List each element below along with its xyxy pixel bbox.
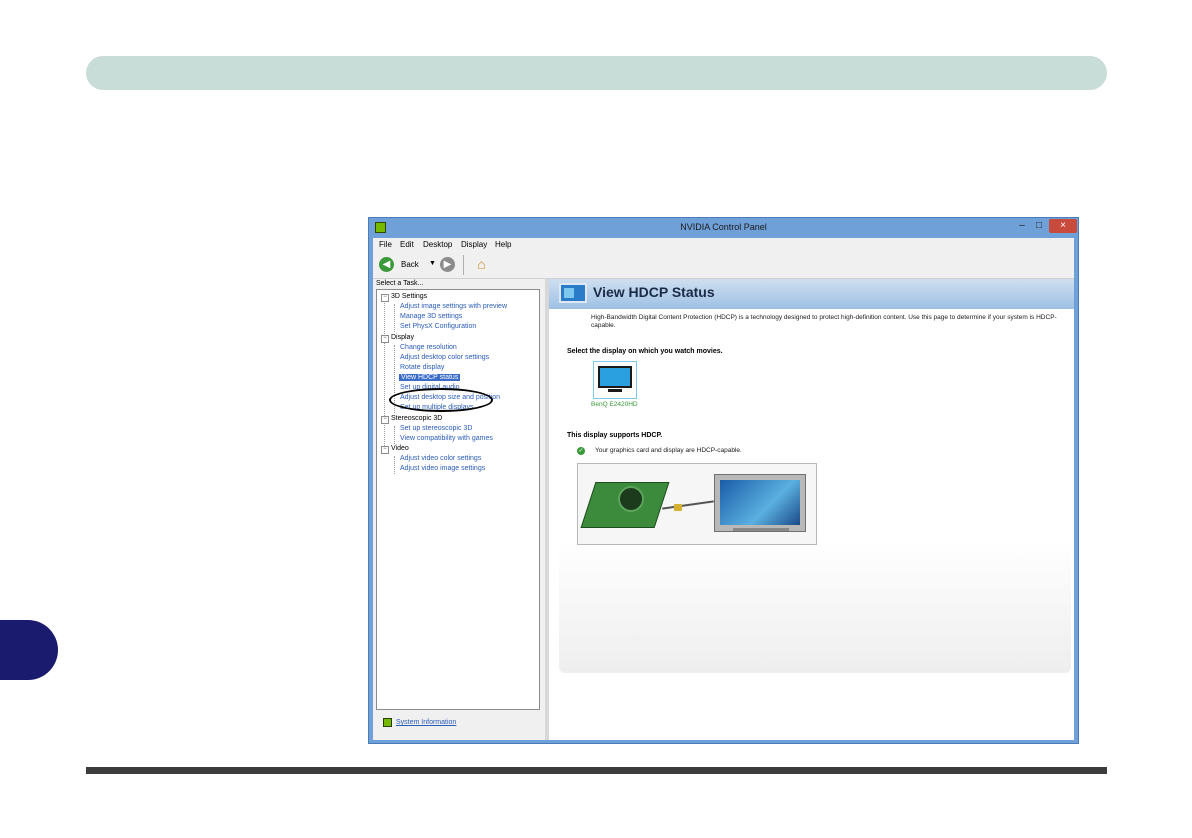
tree-guide-line — [384, 298, 385, 450]
menu-desktop[interactable]: Desktop — [423, 240, 452, 249]
forward-arrow-icon[interactable]: ▶ — [440, 257, 455, 272]
tree-item-view-hdcp-status[interactable]: View HDCP status — [399, 374, 461, 381]
tree-guide-line — [394, 456, 395, 474]
maximize-button[interactable]: □ — [1032, 219, 1046, 233]
hdcp-status-page: View HDCP Status High-Bandwidth Digital … — [549, 279, 1074, 740]
graphics-card-fan — [618, 486, 644, 512]
system-information-link[interactable]: System Information — [396, 719, 456, 726]
back-history-dropdown-icon[interactable]: ▼ — [429, 260, 436, 267]
lock-icon — [674, 504, 682, 511]
task-panel: Select a Task... − 3D Settings Adjust im… — [373, 279, 545, 740]
menu-bar: File Edit Desktop Display Help — [373, 238, 1074, 252]
tree-item-manage-3d-settings[interactable]: Manage 3D settings — [400, 313, 462, 320]
toolbar: ◀ Back ▼ ▶ ⌂ — [373, 252, 1074, 279]
tv-screen — [720, 480, 800, 525]
chapter-side-tab — [0, 620, 58, 680]
menu-file[interactable]: File — [379, 240, 392, 249]
hdcp-illustration — [577, 463, 817, 545]
display-name-label[interactable]: BenQ E2420HD — [591, 401, 638, 408]
menu-edit[interactable]: Edit — [400, 240, 414, 249]
tree-category-display[interactable]: Display — [391, 334, 414, 341]
monitor-stand — [608, 389, 622, 392]
page-header: View HDCP Status — [549, 279, 1074, 309]
tree-item-rotate-display[interactable]: Rotate display — [400, 364, 444, 371]
nvidia-control-panel-window: NVIDIA Control Panel – □ × File Edit Des… — [368, 217, 1079, 744]
tree-collapse-icon[interactable]: − — [381, 446, 389, 454]
minimize-button[interactable]: – — [1015, 219, 1029, 233]
hdcp-capable-text: Your graphics card and display are HDCP-… — [595, 447, 742, 454]
menu-help[interactable]: Help — [495, 240, 511, 249]
highlight-ellipse-annotation — [389, 388, 493, 412]
page-header-band — [86, 56, 1107, 90]
tree-collapse-icon[interactable]: − — [381, 294, 389, 302]
window-title: NVIDIA Control Panel — [680, 222, 767, 232]
tv-stand — [733, 528, 789, 531]
tree-collapse-icon[interactable]: − — [381, 335, 389, 343]
tree-item-setup-stereoscopic[interactable]: Set up stereoscopic 3D — [400, 425, 472, 432]
page-description: High-Bandwidth Digital Content Protectio… — [591, 314, 1057, 329]
hdcp-support-heading: This display supports HDCP. — [567, 432, 663, 439]
tree-category-stereoscopic-3d[interactable]: Stereoscopic 3D — [391, 415, 442, 422]
select-display-heading: Select the display on which you watch mo… — [567, 348, 723, 355]
task-tree: − 3D Settings Adjust image settings with… — [376, 289, 540, 710]
tree-item-change-resolution[interactable]: Change resolution — [400, 344, 457, 351]
tree-guide-line — [394, 426, 395, 444]
monitor-icon — [598, 366, 632, 388]
connection-cable — [662, 500, 714, 510]
back-arrow-icon[interactable]: ◀ — [379, 257, 394, 272]
tree-item-adjust-desktop-color[interactable]: Adjust desktop color settings — [400, 354, 489, 361]
page-footer-rule — [86, 767, 1107, 774]
back-button-label[interactable]: Back — [401, 260, 419, 269]
check-icon: ✓ — [577, 447, 585, 455]
tree-category-3d-settings[interactable]: 3D Settings — [391, 293, 427, 300]
select-task-label: Select a Task... — [376, 280, 424, 287]
menu-display[interactable]: Display — [461, 240, 487, 249]
hdcp-content-box: Select the display on which you watch mo… — [559, 339, 1071, 673]
display-tile[interactable] — [593, 361, 637, 399]
tree-guide-line — [394, 304, 395, 332]
tree-item-physx-configuration[interactable]: Set PhysX Configuration — [400, 323, 476, 330]
home-icon[interactable]: ⌂ — [473, 256, 490, 273]
window-client-area: File Edit Desktop Display Help ◀ Back ▼ … — [373, 238, 1074, 740]
tree-item-adjust-image-settings[interactable]: Adjust image settings with preview — [400, 303, 507, 310]
tv-display-image — [714, 474, 806, 532]
close-button[interactable]: × — [1049, 219, 1077, 233]
tree-item-game-compatibility[interactable]: View compatibility with games — [400, 435, 493, 442]
hdcp-page-icon — [559, 283, 587, 303]
tree-item-video-image[interactable]: Adjust video image settings — [400, 465, 485, 472]
title-bar[interactable]: NVIDIA Control Panel – □ × — [369, 218, 1078, 238]
page-title: View HDCP Status — [593, 284, 715, 300]
system-information-icon — [383, 718, 392, 727]
toolbar-separator — [463, 255, 464, 275]
tree-item-video-color[interactable]: Adjust video color settings — [400, 455, 481, 462]
tree-collapse-icon[interactable]: − — [381, 416, 389, 424]
tree-category-video[interactable]: Video — [391, 445, 409, 452]
